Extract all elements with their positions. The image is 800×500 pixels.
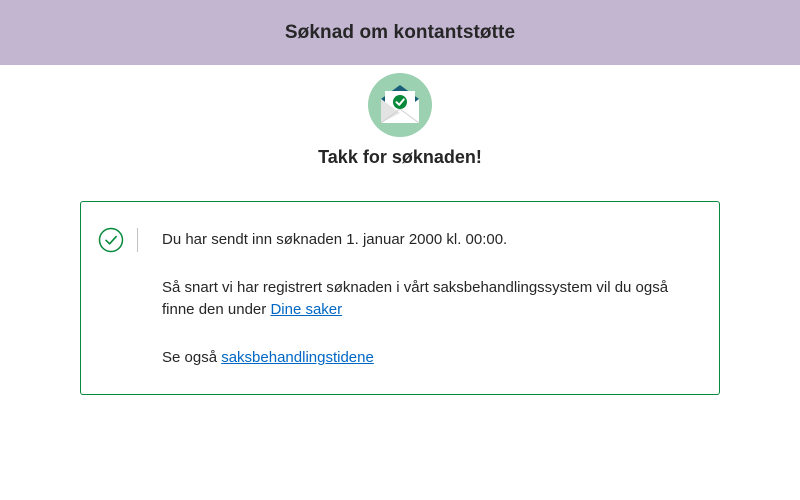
see-also-text: Se også bbox=[162, 349, 218, 366]
see-also-info: Se også saksbehandlingstidene bbox=[162, 347, 692, 369]
alert-divider bbox=[137, 228, 138, 252]
registration-info-text: Så snart vi har registrert søknaden i vå… bbox=[162, 279, 669, 318]
receipt-heading: Takk for søknaden! bbox=[318, 147, 482, 167]
processing-times-link[interactable]: saksbehandlingstidene bbox=[221, 349, 374, 366]
registration-info: Så snart vi har registrert søknaden i vå… bbox=[162, 277, 692, 321]
sent-confirmation-text: Du har sendt inn søknaden 1. januar 2000… bbox=[162, 231, 508, 248]
page-title: Søknad om kontantstøtte bbox=[284, 21, 516, 43]
envelope-check-icon bbox=[368, 73, 432, 137]
dine-saker-link[interactable]: Dine saker bbox=[270, 301, 342, 318]
check-circle-icon bbox=[98, 227, 124, 253]
page-header: Søknad om kontantstøtte bbox=[0, 0, 800, 65]
alert-body: Du har sendt inn søknaden 1. januar 2000… bbox=[162, 229, 692, 369]
success-alert: Du har sendt inn søknaden 1. januar 2000… bbox=[80, 201, 720, 395]
